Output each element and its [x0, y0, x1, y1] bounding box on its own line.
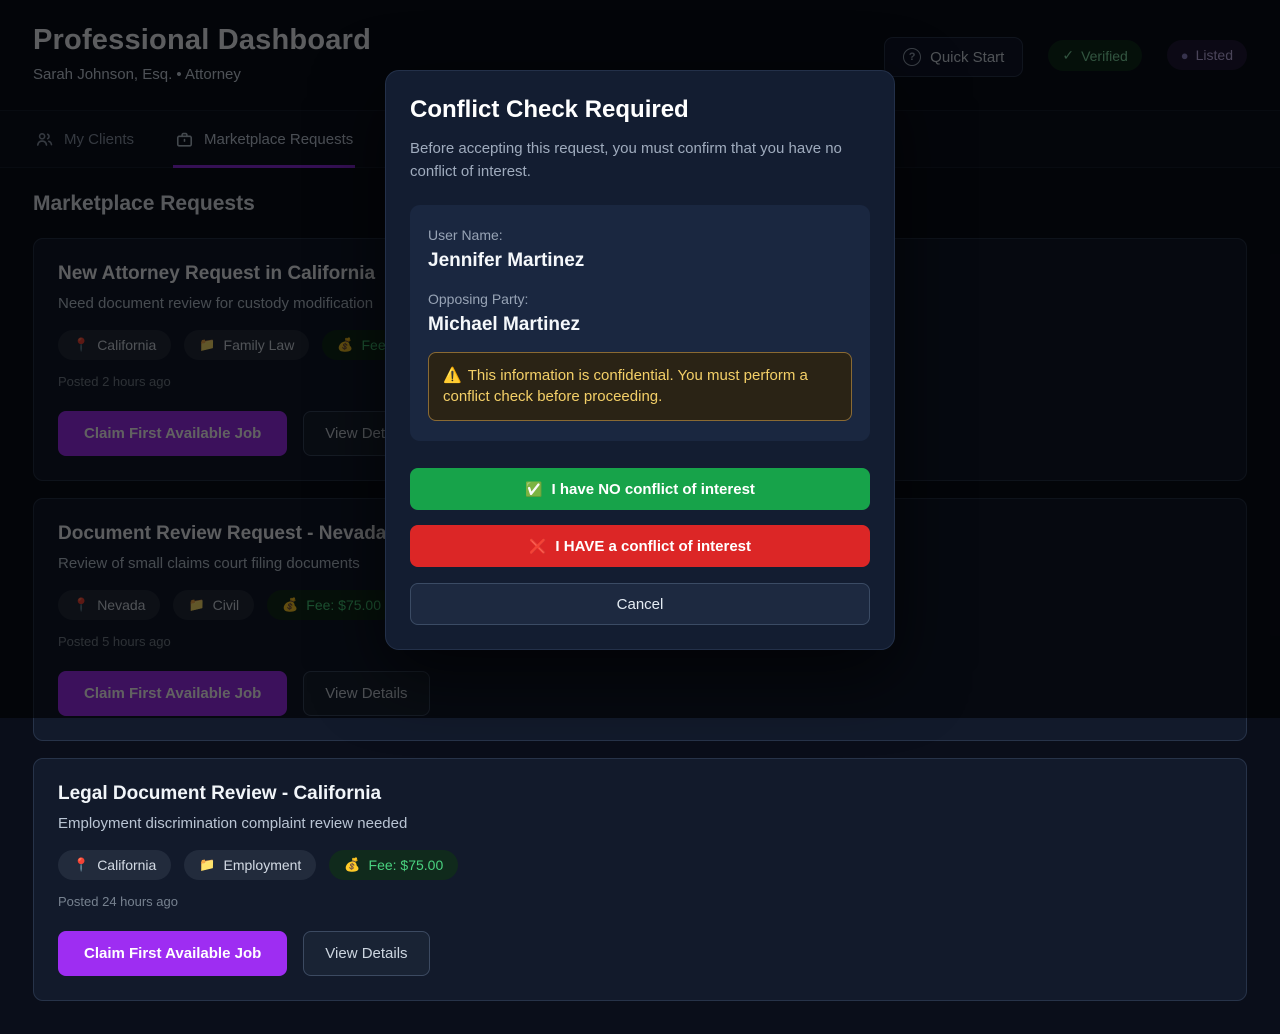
conflict-info-panel: User Name: Jennifer Martinez Opposing Pa…	[410, 205, 870, 442]
location-badge: 📍 California	[58, 850, 171, 880]
have-conflict-button[interactable]: ❌ I HAVE a conflict of interest	[410, 525, 870, 567]
opposing-party-label: Opposing Party:	[428, 291, 852, 307]
category-badge: 📁 Employment	[184, 850, 316, 880]
card-actions: Claim First Available Job View Details	[58, 931, 1222, 976]
badge-label: Employment	[224, 857, 302, 873]
opposing-party-value: Michael Martinez	[428, 314, 852, 336]
check-mark-icon: ✅	[525, 481, 542, 498]
modal-subtitle: Before accepting this request, you must …	[410, 137, 870, 184]
conflict-check-modal: Conflict Check Required Before accepting…	[385, 70, 895, 650]
request-card: Legal Document Review - California Emplo…	[33, 758, 1247, 1001]
view-details-button[interactable]: View Details	[303, 931, 429, 976]
user-name-value: Jennifer Martinez	[428, 250, 852, 272]
badge-label: Fee: $75.00	[369, 857, 444, 873]
cross-mark-icon: ❌	[529, 538, 546, 555]
card-description: Employment discrimination complaint revi…	[58, 815, 1222, 832]
posted-timestamp: Posted 24 hours ago	[58, 894, 1222, 909]
folder-icon: 📁	[199, 857, 215, 873]
user-name-label: User Name:	[428, 227, 852, 243]
pin-icon: 📍	[73, 857, 89, 873]
no-conflict-button[interactable]: ✅ I have NO conflict of interest	[410, 468, 870, 510]
claim-job-button[interactable]: Claim First Available Job	[58, 931, 287, 976]
warning-icon: ⚠️	[443, 367, 462, 384]
card-title: Legal Document Review - California	[58, 783, 1222, 805]
confidential-warning: ⚠️This information is confidential. You …	[428, 352, 852, 422]
money-bag-icon: 💰	[344, 857, 360, 873]
have-conflict-label: I HAVE a conflict of interest	[555, 538, 751, 555]
badge-row: 📍 California 📁 Employment 💰 Fee: $75.00	[58, 850, 1222, 880]
no-conflict-label: I have NO conflict of interest	[552, 481, 755, 498]
modal-title: Conflict Check Required	[410, 96, 870, 124]
badge-label: California	[97, 857, 156, 873]
fee-badge: 💰 Fee: $75.00	[329, 850, 458, 880]
warning-text: This information is confidential. You mu…	[443, 367, 808, 406]
cancel-button[interactable]: Cancel	[410, 583, 870, 625]
